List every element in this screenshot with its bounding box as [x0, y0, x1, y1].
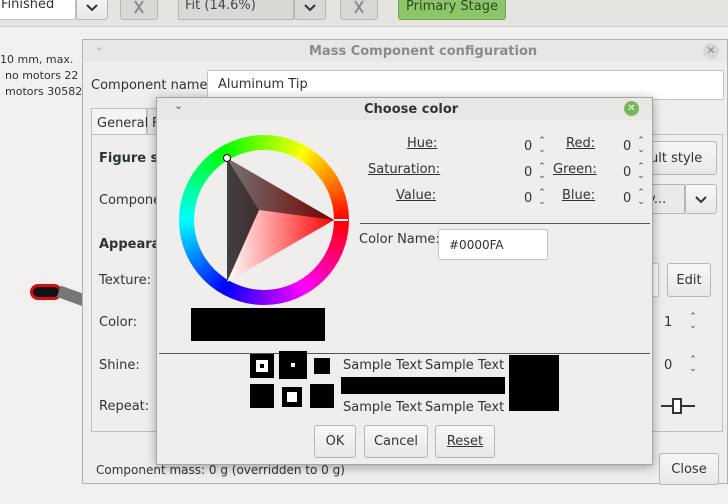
component-name-label: Component name:: [91, 78, 212, 93]
color-label: Color:: [99, 315, 138, 330]
blue-spinner[interactable]: ⌃ ⌄: [636, 189, 646, 207]
hue-label: Hue:: [407, 136, 438, 151]
zoom-select[interactable]: Fit (14.6%): [178, 0, 294, 20]
value-label: Value:: [396, 188, 437, 203]
info-line-1: 10 mm, max.: [0, 53, 74, 66]
texture-label: Texture:: [99, 273, 151, 288]
green-label: Green:: [553, 162, 597, 177]
rocket-tip-figure: [30, 284, 62, 300]
cancel-button[interactable]: Cancel: [364, 425, 428, 458]
chevron-down-icon: [695, 196, 707, 204]
info-line-2: no motors 22: [5, 69, 79, 82]
reset-button-label: Reset: [446, 434, 484, 449]
close-icon[interactable]: ✕: [703, 43, 719, 59]
saturation-value-triangle[interactable]: [179, 135, 349, 305]
scissors-icon: [134, 0, 144, 14]
edit-button-label: Edit: [676, 273, 702, 288]
slider-handle[interactable]: [672, 398, 682, 414]
ok-button-label: OK: [325, 434, 345, 449]
sample-text-1: Sample Text: [343, 358, 423, 373]
scissors-icon: [354, 0, 364, 14]
color-value: 1: [664, 315, 673, 330]
repeat-label: Repeat:: [99, 399, 150, 414]
blue-value: 0: [623, 191, 632, 206]
zoom-dropdown-button[interactable]: [294, 0, 326, 20]
tab-general[interactable]: General: [91, 108, 149, 134]
red-value: 0: [623, 139, 632, 154]
sample-text-3: Sample Text: [343, 400, 423, 415]
cancel-button-label: Cancel: [373, 434, 419, 449]
close-icon[interactable]: ✕: [624, 101, 639, 116]
shine-label: Shine:: [99, 358, 140, 373]
red-label: Red:: [566, 136, 596, 151]
color-name-label: Color Name:: [359, 232, 440, 247]
cut-button[interactable]: [120, 0, 158, 20]
choose-color-dialog: ⌄ Choose color ✕ Hue: 0 ⌃ ⌄ Red: 0 ⌃ ⌄ Sat…: [156, 97, 653, 465]
close-button[interactable]: Close: [659, 453, 719, 485]
close-button-label: Close: [671, 462, 707, 477]
component-dropdown-button[interactable]: [685, 184, 717, 214]
color-name-input[interactable]: #0000FA: [438, 229, 548, 260]
saturation-label: Saturation:: [368, 162, 441, 177]
sample-text-2: Sample Text: [425, 358, 505, 373]
sample-bar: [341, 377, 505, 394]
status-select[interactable]: Finished: [0, 0, 76, 20]
color-spinner[interactable]: ⌃ ⌄: [688, 313, 698, 331]
green-spinner[interactable]: ⌃ ⌄: [636, 163, 646, 181]
cut-button-2[interactable]: [340, 0, 378, 20]
current-color-swatch: [191, 308, 325, 341]
green-value: 0: [623, 165, 632, 180]
default-style-label: ult style: [650, 151, 703, 166]
hue-value: 0: [524, 139, 533, 154]
shine-value: 0: [664, 358, 673, 373]
chevron-down-icon: [304, 4, 316, 12]
value-value: 0: [524, 191, 533, 206]
status-select-value: Finished: [1, 0, 55, 12]
reset-button[interactable]: Reset: [435, 425, 495, 458]
value-spinner[interactable]: ⌃ ⌄: [537, 189, 547, 207]
ok-button[interactable]: OK: [314, 425, 356, 458]
status-dropdown-button[interactable]: [76, 0, 108, 20]
tab-general-label: General: [97, 116, 149, 131]
figure-style-label: Figure st: [99, 151, 165, 166]
component-mass-text: Component mass: 0 g (overridden to 0 g): [96, 463, 345, 477]
color-dialog-titlebar: ⌄ Choose color ✕: [157, 98, 652, 120]
sample-text-4: Sample Text: [425, 400, 505, 415]
mass-dialog-titlebar: ⌄ Mass Component configuration ✕: [83, 40, 727, 62]
component-name-value: Aluminum Tip: [218, 77, 308, 92]
component-name-input[interactable]: Aluminum Tip: [207, 70, 724, 100]
toolbar: Finished Fit (14.6%) Primary Stage: [0, 0, 728, 27]
mass-dialog-title: Mass Component configuration: [309, 44, 538, 59]
default-style-button[interactable]: ult style: [643, 141, 717, 175]
red-spinner[interactable]: ⌃ ⌄: [636, 137, 646, 155]
divider: [360, 223, 650, 224]
primary-stage-label: Primary Stage: [406, 0, 498, 14]
primary-stage-button[interactable]: Primary Stage: [398, 0, 506, 20]
repeat-slider[interactable]: [661, 396, 695, 416]
info-line-3: motors 30582: [5, 85, 83, 98]
zoom-select-value: Fit (14.6%): [185, 0, 256, 13]
saturation-spinner[interactable]: ⌃ ⌄: [537, 163, 547, 181]
chevron-down-icon[interactable]: ⌄: [95, 42, 103, 53]
blue-label: Blue:: [562, 188, 596, 203]
hue-spinner[interactable]: ⌃ ⌄: [537, 137, 547, 155]
chevron-down-icon[interactable]: ⌄: [174, 99, 183, 112]
chevron-down-icon: [86, 4, 98, 12]
shine-spinner[interactable]: ⌃ ⌄: [688, 356, 698, 374]
color-name-value: #0000FA: [449, 238, 504, 252]
edit-button[interactable]: Edit: [667, 263, 711, 297]
saturation-value: 0: [524, 165, 533, 180]
color-dialog-title: Choose color: [364, 102, 459, 117]
component-label: Compone: [99, 193, 162, 208]
sample-swatch: [509, 355, 559, 411]
